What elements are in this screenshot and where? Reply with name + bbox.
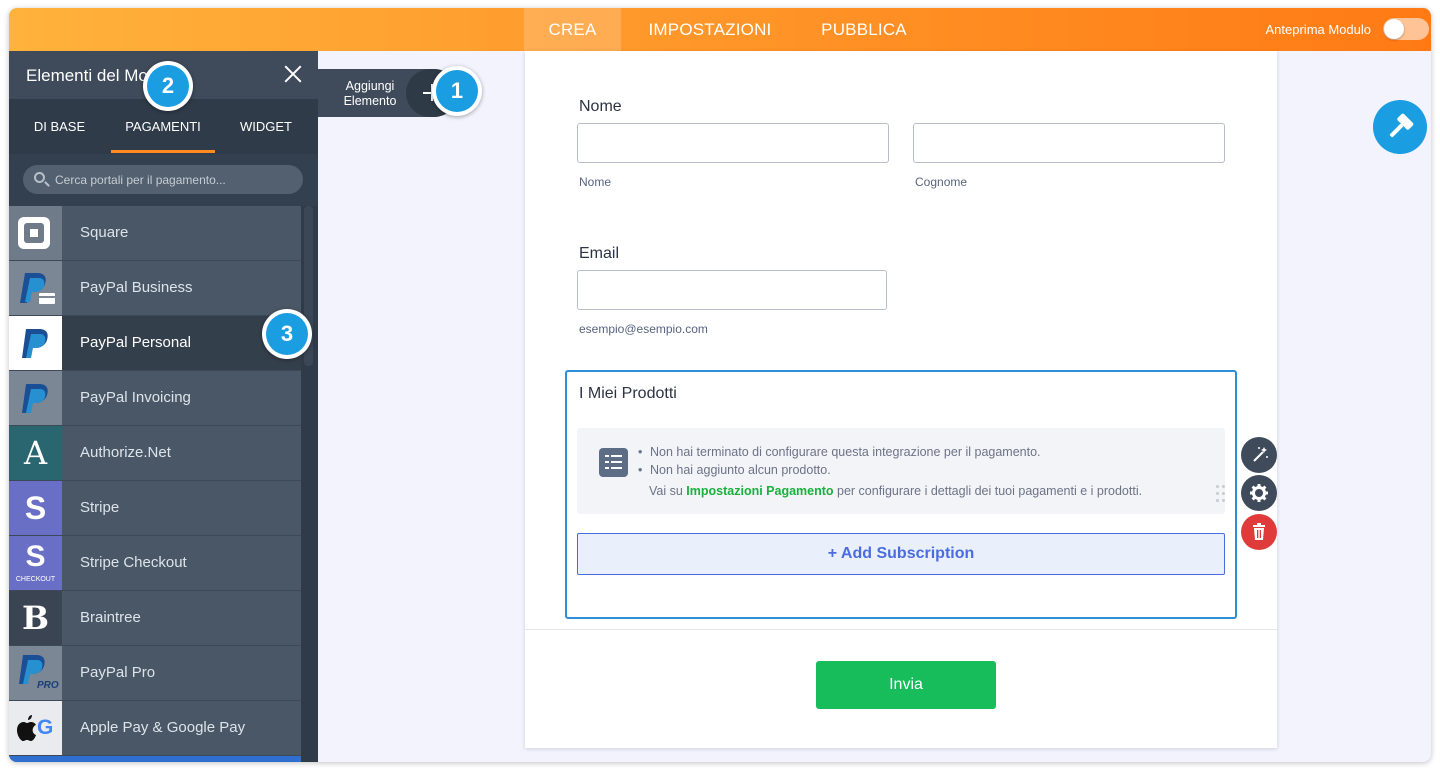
list-item-label: Authorize.Net xyxy=(80,444,171,461)
badge-number: 2 xyxy=(147,65,189,107)
google-letter: G xyxy=(37,716,54,739)
magic-wand-icon xyxy=(1253,447,1268,462)
drag-handle-icon[interactable] xyxy=(1216,485,1226,505)
list-item-square[interactable]: Square xyxy=(9,206,301,261)
tab-crea[interactable]: CREA xyxy=(524,8,621,51)
payment-search-input[interactable] xyxy=(55,165,295,194)
list-item-label: PayPal Pro xyxy=(80,664,156,681)
payment-settings-link[interactable]: Impostazioni Pagamento xyxy=(686,484,833,498)
paypal-icon xyxy=(9,316,62,370)
list-item-label: PayPal Invoicing xyxy=(80,389,191,406)
list-item-paypal-invoicing[interactable]: PayPal Invoicing xyxy=(9,371,301,426)
payment-setup-notice: Non hai terminato di configurare questa … xyxy=(577,428,1225,514)
close-icon[interactable] xyxy=(282,63,304,85)
list-item-label: Apple Pay & Google Pay xyxy=(80,719,246,736)
list-item-label: PayPal Personal xyxy=(80,334,191,351)
pro-caption: PRO xyxy=(37,680,59,691)
next-item-peek xyxy=(9,756,301,762)
paypal-business-icon xyxy=(9,261,62,315)
checkout-caption: CHECKOUT xyxy=(15,576,56,583)
badge-number: 1 xyxy=(436,70,478,112)
authorize-net-icon: A xyxy=(9,426,62,480)
step-badge-1: 1 xyxy=(432,66,482,116)
stripe-checkout-icon: S CHECKOUT xyxy=(9,536,62,590)
search-icon xyxy=(34,172,45,183)
payment-gateway-list: Square PayPal Business PayPal Personal P… xyxy=(9,206,301,762)
badge-number: 3 xyxy=(266,313,308,355)
email-sublabel: esempio@esempio.com xyxy=(579,322,708,336)
email-input[interactable] xyxy=(577,270,887,310)
paypal-pro-icon: PRO xyxy=(9,646,62,700)
wand-button[interactable] xyxy=(1241,437,1277,473)
delete-button[interactable] xyxy=(1241,514,1277,550)
products-field[interactable]: I Miei Prodotti Non hai terminato di con… xyxy=(565,370,1237,619)
products-title: I Miei Prodotti xyxy=(579,385,677,402)
list-item-label: Braintree xyxy=(80,609,141,626)
form-canvas: Nome Nome Cognome Email esempio@esempio.… xyxy=(525,51,1277,748)
app-window: CREA IMPOSTAZIONI PUBBLICA Anteprima Mod… xyxy=(9,8,1431,762)
apple-google-pay-icon: G xyxy=(9,701,62,755)
authorize-letter: A xyxy=(23,434,48,472)
tab-pubblica[interactable]: PUBBLICA xyxy=(809,8,919,51)
add-subscription-button[interactable]: + Add Subscription xyxy=(577,533,1225,575)
first-name-input[interactable] xyxy=(577,123,889,163)
form-elements-panel: Elementi del Modulo DI BASE PAGAMENTI WI… xyxy=(9,51,318,762)
list-item-paypal-business[interactable]: PayPal Business xyxy=(9,261,301,316)
panel-title: Elementi del Modulo xyxy=(26,66,156,85)
last-name-input[interactable] xyxy=(913,123,1225,163)
list-item-label: PayPal Business xyxy=(80,279,193,296)
paint-roller-icon xyxy=(1389,113,1414,138)
tab-impostazioni[interactable]: IMPOSTAZIONI xyxy=(639,8,781,51)
preview-toggle[interactable] xyxy=(1383,18,1429,40)
form-designer-button[interactable] xyxy=(1373,100,1427,154)
goto-prefix: Vai su xyxy=(649,484,687,498)
braintree-letter: B xyxy=(21,599,50,637)
list-item-label: Square xyxy=(80,224,129,241)
paypal-invoicing-icon xyxy=(9,371,62,425)
notice-goto: Vai su Impostazioni Pagamento per config… xyxy=(649,484,1142,498)
stripe-icon: S xyxy=(9,481,62,535)
goto-suffix: per configurare i dettagli dei tuoi paga… xyxy=(833,484,1143,498)
list-item-stripe[interactable]: S Stripe xyxy=(9,481,301,536)
submit-button[interactable]: Invia xyxy=(816,661,996,709)
top-navigation-bar: CREA IMPOSTAZIONI PUBBLICA Anteprima Mod… xyxy=(9,8,1431,51)
list-item-authorize-net[interactable]: A Authorize.Net xyxy=(9,426,301,481)
list-item-braintree[interactable]: B Braintree xyxy=(9,591,301,646)
subtab-di-base[interactable]: DI BASE xyxy=(26,99,93,154)
panel-scrollbar[interactable] xyxy=(301,206,318,762)
first-name-sublabel: Nome xyxy=(579,175,612,189)
step-badge-3: 3 xyxy=(262,309,312,359)
email-field-label: Email xyxy=(579,245,620,262)
list-item-label: Stripe xyxy=(80,499,120,516)
trash-icon xyxy=(1253,523,1265,540)
last-name-sublabel: Cognome xyxy=(915,175,968,189)
name-field-label: Nome xyxy=(579,98,622,115)
list-item-paypal-personal[interactable]: PayPal Personal xyxy=(9,316,301,371)
list-item-apple-google-pay[interactable]: G Apple Pay & Google Pay xyxy=(9,701,301,756)
notice-line-2: Non hai aggiunto alcun prodotto. xyxy=(638,463,831,477)
square-logo-icon xyxy=(9,206,62,260)
list-item-stripe-checkout[interactable]: S CHECKOUT Stripe Checkout xyxy=(9,536,301,591)
gear-icon xyxy=(1250,484,1268,502)
subtab-widget[interactable]: WIDGET xyxy=(231,99,301,154)
step-badge-2: 2 xyxy=(143,61,193,111)
toggle-knob xyxy=(1384,19,1404,39)
notice-line-1: Non hai terminato di configurare questa … xyxy=(638,445,1041,459)
form-divider xyxy=(525,629,1277,630)
checklist-icon xyxy=(599,448,628,477)
list-item-paypal-pro[interactable]: PRO PayPal Pro xyxy=(9,646,301,701)
stripe-letter: S xyxy=(24,490,47,526)
canvas-top-strip xyxy=(318,51,525,58)
settings-button[interactable] xyxy=(1241,475,1277,511)
list-item-label: Stripe Checkout xyxy=(80,554,187,571)
payment-search xyxy=(23,165,303,194)
preview-label: Anteprima Modulo xyxy=(1265,22,1372,37)
add-element-label: Aggiungi Elemento xyxy=(343,79,397,108)
braintree-icon: B xyxy=(9,591,62,645)
